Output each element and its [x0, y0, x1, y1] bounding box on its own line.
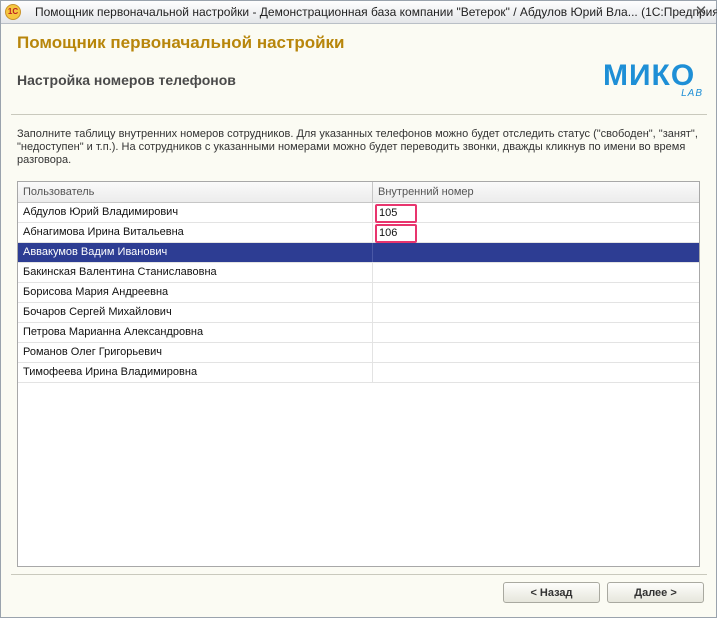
cell-user[interactable]: Абдулов Юрий Владимирович	[18, 203, 373, 222]
cell-user[interactable]: Аввакумов Вадим Иванович	[18, 243, 373, 262]
cell-user[interactable]: Бакинская Валентина Станиславовна	[18, 263, 373, 282]
cell-number[interactable]	[373, 303, 699, 322]
column-header-number[interactable]: Внутренний номер	[373, 182, 699, 202]
cell-user[interactable]: Абнагимова Ирина Витальевна	[18, 223, 373, 242]
cell-number-highlighted[interactable]: 106	[375, 224, 417, 243]
window-title: Помощник первоначальной настройки - Демо…	[35, 5, 717, 19]
table-row[interactable]: Бакинская Валентина Станиславовна	[18, 263, 699, 283]
logo-sub-text: LAB	[681, 88, 703, 99]
header-separator	[11, 114, 707, 115]
app-1c-icon[interactable]: 1С	[5, 4, 21, 20]
column-header-user[interactable]: Пользователь	[18, 182, 373, 202]
close-icon[interactable]: ✕	[692, 3, 710, 20]
footer-separator	[11, 574, 707, 575]
back-button[interactable]: < Назад	[503, 582, 600, 603]
cell-number[interactable]	[373, 283, 699, 302]
phone-numbers-table[interactable]: Пользователь Внутренний номер Абдулов Юр…	[17, 181, 700, 567]
table-row[interactable]: Аввакумов Вадим Иванович	[18, 243, 699, 263]
wizard-window: 1С Помощник первоначальной настройки - Д…	[0, 0, 717, 618]
logo-main-text: МИКО	[603, 59, 696, 92]
table-row[interactable]: Петрова Марианна Александровна	[18, 323, 699, 343]
cell-user[interactable]: Борисова Мария Андреевна	[18, 283, 373, 302]
cell-user[interactable]: Петрова Марианна Александровна	[18, 323, 373, 342]
wizard-title: Помощник первоначальной настройки	[17, 33, 345, 52]
table-header: Пользователь Внутренний номер	[18, 182, 699, 203]
step-description: Заполните таблицу внутренних номеров сот…	[17, 128, 698, 166]
miko-lab-logo: МИКО LAB	[603, 61, 707, 101]
cell-user[interactable]: Бочаров Сергей Михайлович	[18, 303, 373, 322]
table-row[interactable]: Романов Олег Григорьевич	[18, 343, 699, 363]
cell-number[interactable]	[373, 343, 699, 362]
table-row[interactable]: Тимофеева Ирина Владимировна	[18, 363, 699, 383]
next-button[interactable]: Далее >	[607, 582, 704, 603]
table-row[interactable]: Борисова Мария Андреевна	[18, 283, 699, 303]
table-row[interactable]: Абнагимова Ирина Витальевна 106	[18, 223, 699, 243]
step-title: Настройка номеров телефонов	[17, 72, 236, 88]
cell-number[interactable]	[373, 363, 699, 382]
cell-user[interactable]: Романов Олег Григорьевич	[18, 343, 373, 362]
table-row[interactable]: Абдулов Юрий Владимирович 105	[18, 203, 699, 223]
cell-number[interactable]	[373, 263, 699, 282]
cell-number-highlighted[interactable]: 105	[375, 204, 417, 223]
cell-number[interactable]	[373, 243, 699, 262]
table-body: Абдулов Юрий Владимирович 105 Абнагимова И…	[18, 203, 699, 383]
cell-user[interactable]: Тимофеева Ирина Владимировна	[18, 363, 373, 382]
table-row[interactable]: Бочаров Сергей Михайлович	[18, 303, 699, 323]
title-bar[interactable]: 1С Помощник первоначальной настройки - Д…	[1, 1, 717, 24]
cell-number[interactable]	[373, 323, 699, 342]
